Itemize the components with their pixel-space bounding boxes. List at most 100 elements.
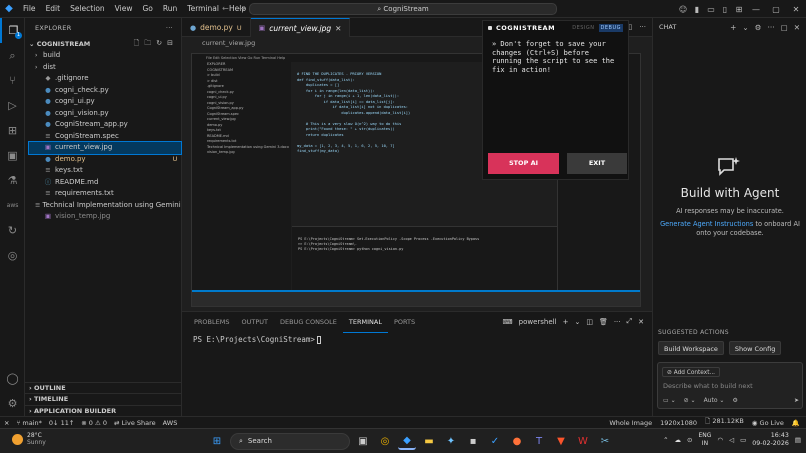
kill-terminal-icon[interactable]: 🗑 — [599, 318, 608, 326]
menu-view[interactable]: View — [110, 0, 138, 18]
vscode-icon[interactable]: ◆ — [398, 432, 416, 450]
gitlens-icon[interactable]: ◎ — [0, 243, 25, 268]
snipping-tool-icon[interactable]: ✂ — [596, 432, 614, 450]
taskbar-search[interactable]: ⌕ Search — [230, 432, 350, 450]
task-view-icon[interactable]: ▣ — [354, 432, 372, 450]
send-icon[interactable]: ➤ — [794, 397, 799, 404]
chat-input-placeholder[interactable]: Describe what to build next — [663, 382, 753, 390]
explorer-icon[interactable]: ❐ 1 — [0, 18, 25, 43]
tab-output[interactable]: OUTPUT — [235, 312, 274, 332]
tree-item-dist[interactable]: › dist — [29, 62, 181, 74]
chevron-down-icon[interactable]: ⌄ — [742, 23, 748, 32]
teams-icon[interactable]: T — [530, 432, 548, 450]
notifications-bell-icon[interactable]: 🔔 — [792, 419, 800, 427]
more-actions-icon[interactable]: ··· — [614, 318, 621, 326]
maximize-button[interactable]: ▢ — [766, 5, 786, 14]
volume-icon[interactable]: ◁ — [729, 436, 734, 444]
language-indicator[interactable]: ENG IN — [698, 432, 711, 448]
tools-icon[interactable]: ⊘ ⌄ — [684, 397, 696, 404]
model-picker[interactable]: Auto ⌄ — [704, 397, 725, 404]
split-terminal-icon[interactable]: ◫ — [586, 318, 593, 326]
firefox-icon[interactable]: ● — [508, 432, 526, 450]
tree-item-cognistream-spec[interactable]: ≡ CogniStream.spec — [29, 131, 181, 143]
accounts-icon[interactable]: ◯ — [0, 366, 25, 391]
settings-gear-icon[interactable]: ⚙ — [755, 23, 762, 32]
add-context-button[interactable]: ⊘ Add Context... — [662, 367, 721, 377]
close-panel-icon[interactable]: ✕ — [638, 318, 644, 326]
close-tab-icon[interactable]: ✕ — [335, 24, 341, 33]
go-live-button[interactable]: ◉ Go Live — [752, 419, 784, 427]
breadcrumb-file[interactable]: current_view.jpg — [202, 39, 255, 47]
chevron-up-icon[interactable]: ⌃ — [663, 436, 668, 444]
outline-section[interactable]: › OUTLINE — [25, 381, 182, 394]
wifi-icon[interactable]: ◠ — [717, 436, 723, 444]
tree-item-gitignore[interactable]: ◆ .gitignore — [29, 73, 181, 85]
manage-gear-icon[interactable]: ⚙ — [0, 391, 25, 416]
forward-arrow-icon[interactable]: → — [239, 4, 246, 13]
tree-item-cogni-ui[interactable]: ● cogni_ui.py — [29, 96, 181, 108]
live-share-icon[interactable]: ↻ — [0, 218, 25, 243]
tab-problems[interactable]: PROBLEMS — [188, 312, 235, 332]
terminal-output[interactable]: PS E:\Projects\CogniStream> — [193, 335, 321, 344]
source-control-icon[interactable]: ⑂ — [0, 68, 25, 93]
tab-terminal[interactable]: TERMINAL — [342, 312, 388, 333]
new-folder-icon[interactable]: 🗀 — [144, 39, 151, 50]
notifications-icon[interactable]: ▤ — [795, 436, 801, 444]
aws-indicator[interactable]: AWS — [163, 419, 178, 427]
start-windows-icon[interactable]: ⊞ — [208, 432, 226, 450]
tab-debug-console[interactable]: DEBUG CONSOLE — [274, 312, 343, 332]
tree-item-current-view[interactable]: ▣ current_view.jpg — [28, 141, 182, 155]
generate-instructions-link[interactable]: Generate Agent Instructions — [660, 220, 753, 228]
project-folder[interactable]: ⌄ COGNISTREAM 🗋 🗀 ↻ ⊟ — [25, 38, 181, 50]
tree-item-readme[interactable]: ⓘ README.md — [29, 177, 181, 189]
close-icon[interactable]: ✕ — [794, 23, 800, 32]
copilot-icon[interactable]: ✦ — [442, 432, 460, 450]
run-debug-icon[interactable]: ▷ — [0, 93, 25, 118]
wps-icon[interactable]: W — [574, 432, 592, 450]
chat-input-box[interactable]: ⊘ Add Context... Describe what to build … — [657, 362, 803, 409]
minimize-button[interactable]: — — [746, 5, 766, 14]
back-arrow-icon[interactable]: ← — [222, 4, 229, 13]
tree-item-requirements[interactable]: ≡ requirements.txt — [29, 188, 181, 200]
attach-icon[interactable]: ⚙ — [732, 397, 737, 404]
tree-item-demo[interactable]: ● demo.py U — [29, 154, 181, 166]
remote-icon[interactable]: ⨯ — [4, 419, 9, 427]
maximize-icon[interactable]: ▢ — [781, 23, 788, 32]
shell-name[interactable]: powershell — [519, 318, 557, 326]
brave-icon[interactable]: ▼ — [552, 432, 570, 450]
chrome-icon[interactable]: ◎ — [376, 432, 394, 450]
toggle-secondary-sidebar-icon[interactable]: ▯ — [718, 5, 732, 14]
tab-demo-py[interactable]: ● demo.py U — [182, 18, 251, 37]
remote-explorer-icon[interactable]: ▣ — [0, 143, 25, 168]
design-tag[interactable]: DESIGN — [572, 25, 594, 31]
tasks-icon[interactable]: ✓ — [486, 432, 504, 450]
tree-item-cogni-vision[interactable]: ● cogni_vision.py — [29, 108, 181, 120]
tab-current-view-jpg[interactable]: ▣ current_view.jpg ✕ — [250, 18, 351, 37]
new-chat-icon[interactable]: + — [730, 23, 736, 32]
menu-selection[interactable]: Selection — [65, 0, 110, 18]
menu-run[interactable]: Run — [158, 0, 182, 18]
chevron-down-icon[interactable]: ⌄ — [574, 318, 580, 326]
exit-button[interactable]: EXIT — [567, 153, 627, 174]
tree-item-build[interactable]: › build — [29, 50, 181, 62]
sync-indicator[interactable]: 0↓ 11↑ — [49, 419, 74, 427]
stop-ai-button[interactable]: STOP AI — [488, 153, 559, 174]
image-type-indicator[interactable]: Whole Image — [609, 419, 652, 427]
tree-item-cognistream-app[interactable]: ● CogniStream_app.py — [29, 119, 181, 131]
terminal-app-icon[interactable]: ▪ — [464, 432, 482, 450]
maximize-panel-icon[interactable]: ⤢ — [627, 317, 633, 326]
debug-tag[interactable]: DEBUG — [598, 23, 623, 32]
cloud-icon[interactable]: ☁ — [675, 436, 682, 444]
toggle-sidebar-icon[interactable]: ▮ — [690, 5, 704, 14]
timeline-section[interactable]: › TIMELINE — [25, 393, 182, 405]
agent-mode-icon[interactable]: ▭ ⌄ — [663, 397, 676, 404]
more-actions-icon[interactable]: ··· — [767, 23, 774, 32]
refresh-icon[interactable]: ↻ — [156, 39, 162, 50]
file-explorer-icon[interactable]: ▬ — [420, 432, 438, 450]
problems-indicator[interactable]: ⊗ 0 ⚠ 0 — [81, 419, 107, 427]
build-workspace-button[interactable]: Build Workspace — [658, 341, 724, 355]
tree-item-technical-doc[interactable]: ≡ Technical Implementation using Gemini 3… — [29, 200, 206, 212]
menu-terminal[interactable]: Terminal — [182, 0, 224, 18]
menu-go[interactable]: Go — [137, 0, 157, 18]
tree-item-keys[interactable]: ≡ keys.txt — [29, 165, 181, 177]
